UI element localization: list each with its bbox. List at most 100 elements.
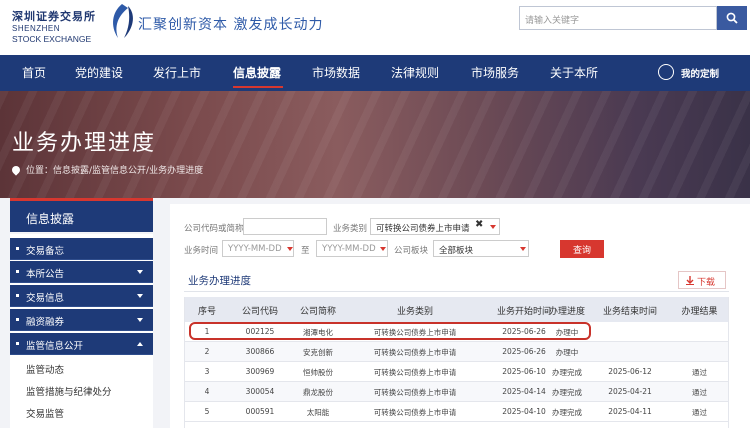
table-header: 序号 公司代码 公司简称 业务类别 业务开始时间 办理进度 业务结束时间 办理结… [184,297,729,322]
sidebar-item-label: 监管信息公开 [26,341,84,352]
logo-text-cn: 深圳证券交易所 [12,10,96,23]
sidebar-subitem-dynamics[interactable]: 监管动态 [26,362,64,376]
bullet-icon [16,247,19,250]
chevron-down-icon [137,294,143,298]
nav-item-home[interactable]: 首页 [22,64,46,81]
th-type: 业务类别 [396,307,433,317]
nav-item-about[interactable]: 关于本所 [550,64,598,81]
th-result: 办理结果 [681,307,718,317]
cell-progress: 办理完成 [552,388,582,397]
bullet-icon [16,342,19,345]
site-header: 深圳证券交易所 SHENZHEN STOCK EXCHANGE 汇聚创新资本 激… [0,0,750,55]
business-type-value: 可转换公司债券上市申请 [376,224,470,234]
sidebar-item-trading-info[interactable]: 交易信息 [10,285,153,307]
main-nav: 首页 党的建设 发行上市 信息披露 市场数据 法律规则 市场服务 关于本所 我的… [0,55,750,91]
logo-mark-icon [113,4,133,38]
time-label: 业务时间 [184,246,219,256]
compass-icon [658,64,674,80]
nav-item-party[interactable]: 党的建设 [75,64,123,81]
download-button[interactable]: 下载 [678,271,726,289]
nav-item-services[interactable]: 市场服务 [471,64,519,81]
chevron-down-icon [490,225,496,229]
cell-type: 可转换公司债券上市申请 [373,348,457,357]
sidebar-item-label: 交易备忘 [26,246,65,257]
calendar-dropdown-icon [287,247,293,251]
cell-type: 可转换公司债券上市申请 [373,368,457,377]
section-divider [184,291,729,292]
cell-end: 2025-04-21 [608,387,652,396]
cell-code: 300054 [245,387,275,396]
cell-result: 通过 [692,368,707,377]
sidebar-item-announcements[interactable]: 本所公告 [10,261,153,283]
highlight-annotation [189,322,591,340]
site-slogan: 汇聚创新资本 激发成长动力 [138,17,324,33]
cell-index: 5 [204,407,210,416]
nav-item-rules[interactable]: 法律规则 [391,64,439,81]
logo-text-en2: STOCK EXCHANGE [12,34,92,44]
table-row[interactable]: 4 300054 鼎龙股份 可转换公司债券上市申请 2025-04-14 办理完… [184,382,729,402]
search-input[interactable]: 请输入关键字 [519,6,717,30]
th-name: 公司简称 [299,307,336,317]
sidebar-title-text: 信息披露 [26,212,75,226]
end-date-input[interactable]: YYYY-MM-DD [316,240,388,257]
sidebar-item-regulatory[interactable]: 监管信息公开 [10,333,153,355]
cell-type: 可转换公司债券上市申请 [373,408,457,417]
my-custom-label: 我的定制 [681,69,720,80]
cell-name[interactable]: 恒帅股份 [290,367,346,378]
download-icon [686,276,694,285]
cell-name[interactable]: 太阳能 [290,407,346,418]
search-button[interactable] [717,6,747,30]
company-code-input[interactable] [243,218,327,235]
bullet-icon [16,294,19,297]
nav-item-market-data[interactable]: 市场数据 [312,64,360,81]
board-select[interactable]: 全部板块 [433,240,529,257]
cell-index: 2 [204,347,210,356]
chevron-down-icon [137,270,143,274]
th-progress: 办理进度 [548,307,585,317]
cell-code: 000591 [245,407,275,416]
cell-progress: 办理完成 [552,368,582,377]
board-label: 公司板块 [394,246,429,256]
sidebar-item-trading-memo[interactable]: 交易备忘 [10,238,153,260]
to-label: 至 [301,246,310,256]
sidebar-subitem-trade-supervision[interactable]: 交易监管 [26,406,64,420]
table-row[interactable]: 3 300969 恒帅股份 可转换公司债券上市申请 2025-06-10 办理完… [184,362,729,382]
table-row[interactable]: 5 000591 太阳能 可转换公司债券上市申请 2025-04-10 办理完成… [184,402,729,422]
cell-code: 300969 [245,367,275,376]
bullet-icon [16,270,19,273]
cell-type: 可转换公司债券上市申请 [373,388,457,397]
type-label: 业务类别 [333,224,368,234]
start-date-input[interactable]: YYYY-MM-DD [222,240,294,257]
sidebar-item-label: 交易信息 [26,293,65,304]
cell-index: 3 [204,367,210,376]
nav-item-disclosure[interactable]: 信息披露 [233,64,281,81]
clear-icon[interactable]: ✖ [475,219,483,230]
chevron-down-icon [520,247,526,251]
chevron-up-icon [137,342,143,346]
bullet-icon [16,318,19,321]
calendar-dropdown-icon [380,247,386,251]
cell-name[interactable]: 安克创新 [290,347,346,358]
cell-result: 通过 [692,388,707,397]
szse-logo[interactable]: 深圳证券交易所 SHENZHEN STOCK EXCHANGE [10,4,133,50]
location-pin-icon [10,164,22,176]
logo-text-en1: SHENZHEN [12,24,61,33]
section-title: 业务办理进度 [188,275,251,287]
cell-index: 4 [204,387,210,396]
th-end: 业务结束时间 [602,307,657,317]
cell-end: 2025-06-12 [608,367,652,376]
code-label: 公司代码或简称 [184,224,244,234]
nav-item-listing[interactable]: 发行上市 [153,64,201,81]
cell-name[interactable]: 鼎龙股份 [290,387,346,398]
nav-active-indicator [233,86,283,88]
sidebar-item-margin[interactable]: 融资融券 [10,309,153,331]
cell-progress: 办理中 [555,348,579,357]
cell-progress: 办理完成 [552,408,582,417]
sidebar-subitem-discipline[interactable]: 监管措施与纪律处分 [26,384,112,398]
cell-code: 300866 [245,347,275,356]
sidebar: 交易备忘 本所公告 交易信息 融资融券 监管信息公开 监管动态 监管措施与纪律处… [10,234,153,428]
sidebar-title: 信息披露 [10,198,153,232]
sidebar-item-label: 本所公告 [26,269,65,280]
table-row[interactable]: 2 300866 安克创新 可转换公司债券上市申请 2025-06-26 办理中 [184,342,729,362]
query-button[interactable]: 查询 [560,240,604,258]
